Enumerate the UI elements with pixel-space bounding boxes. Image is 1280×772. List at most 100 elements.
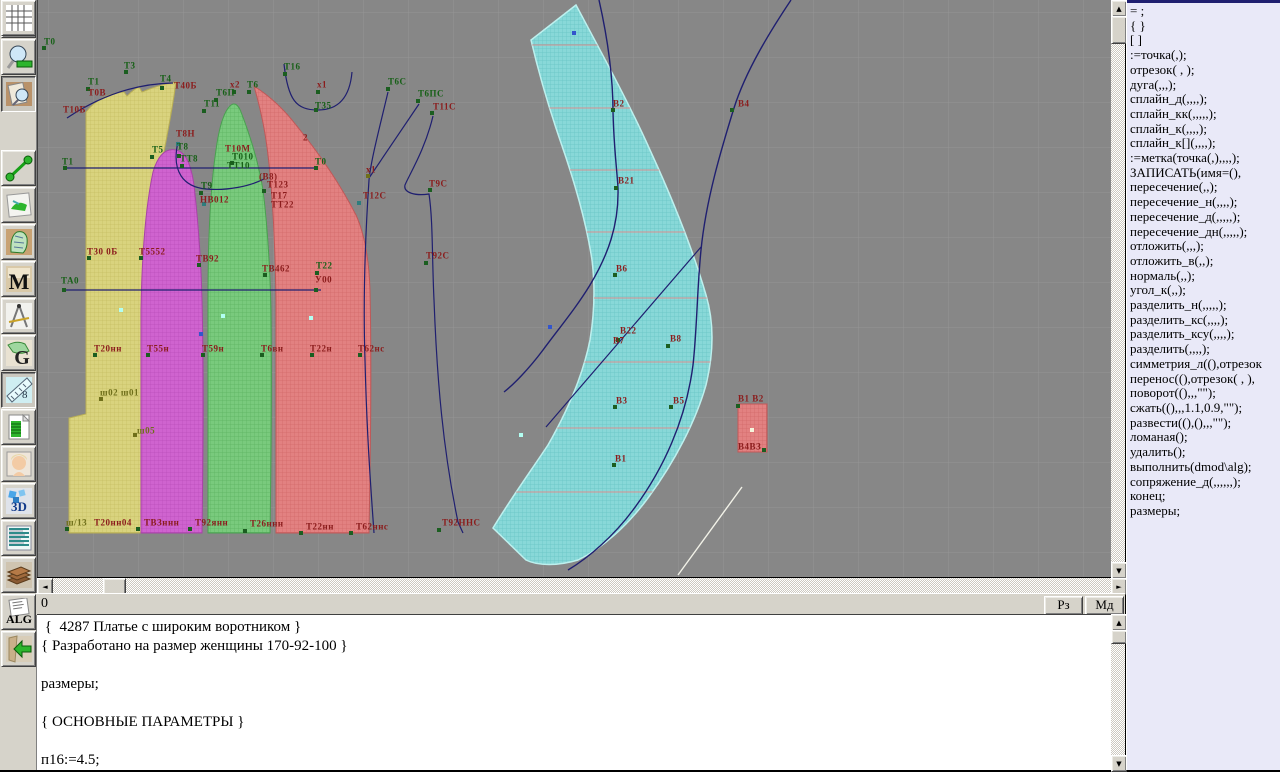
point-marker — [358, 353, 362, 357]
library-tool[interactable] — [1, 557, 36, 593]
exit-tool[interactable] — [1, 631, 36, 667]
command-item[interactable]: дуга(,,,); — [1130, 78, 1280, 93]
canvas-label: ТВ462 — [262, 265, 290, 274]
alg-editor-tool[interactable]: ALG — [1, 594, 36, 630]
command-item[interactable]: сжать((),,,1.1,0.9,""); — [1130, 401, 1280, 416]
g-letter-icon: G — [5, 339, 33, 367]
zoom-frame-tool[interactable] — [1, 39, 36, 75]
left-toolbar: M G 8 3D ALG — [0, 0, 37, 770]
command-item[interactable]: ЗАПИСАТЬ(имя=(), — [1130, 166, 1280, 181]
md-button[interactable]: Мд — [1085, 596, 1124, 615]
algorithm-editor[interactable]: { 4287 Платье с широким воротником }{ Ра… — [37, 614, 1111, 770]
segment-tool[interactable] — [1, 150, 36, 186]
command-item[interactable]: разделить_н(,,,,,); — [1130, 298, 1280, 313]
command-item[interactable]: [ ] — [1130, 33, 1280, 48]
command-item[interactable]: сопряжение_д(,,,,,,); — [1130, 475, 1280, 490]
point-marker — [430, 111, 434, 115]
m-tool[interactable]: M — [1, 261, 36, 297]
canvas-label: Т9С — [429, 180, 448, 189]
command-item[interactable]: { } — [1130, 19, 1280, 34]
point-marker — [548, 325, 552, 329]
command-item[interactable]: перенос((),отрезок( , ), — [1130, 372, 1280, 387]
canvas-label: Т92ННС — [442, 519, 481, 528]
command-item[interactable]: конец; — [1130, 489, 1280, 504]
command-item[interactable]: сплайн_кк(,,,,,); — [1130, 107, 1280, 122]
command-item[interactable]: :=метка(точка(,),,,,); — [1130, 151, 1280, 166]
point-marker — [612, 463, 616, 467]
command-item[interactable]: отрезок( , ); — [1130, 63, 1280, 78]
canvas-label: Т22 — [316, 262, 333, 271]
portrait-tool[interactable] — [1, 446, 36, 482]
point-marker — [614, 186, 618, 190]
3d-tool[interactable]: 3D — [1, 483, 36, 519]
command-item[interactable]: размеры; — [1130, 504, 1280, 519]
canvas-label: В2 — [613, 100, 625, 109]
point-marker — [160, 86, 164, 90]
drafting-tool[interactable] — [1, 298, 36, 334]
editor-vscroll-thumb[interactable] — [1111, 630, 1127, 644]
drawing-canvas[interactable]: Т0Т3Т1Т0ВТ4Т40Бх2Т6Т16х1Т35Т6СТ6ПСТ11СТ1… — [37, 0, 1112, 577]
canvas-label: В22 — [620, 327, 637, 336]
canvas-label: ТТ10 — [227, 162, 250, 171]
ruler-tool[interactable]: 8 — [1, 372, 36, 408]
command-item[interactable]: симметрия_л((),отрезок — [1130, 357, 1280, 372]
canvas-hscrollbar[interactable]: ◄ ► — [37, 578, 1125, 593]
editor-scroll-down-button[interactable]: ▼ — [1111, 755, 1127, 772]
command-item[interactable]: выполнить(dmod\alg); — [1130, 460, 1280, 475]
command-item[interactable]: разделить(,,,,); — [1130, 342, 1280, 357]
command-item[interactable]: сплайн_к(,,,,); — [1130, 122, 1280, 137]
g-tool[interactable]: G — [1, 335, 36, 371]
portrait-icon — [5, 450, 33, 478]
command-item[interactable]: угол_к(,,); — [1130, 283, 1280, 298]
vscroll-thumb[interactable] — [1111, 16, 1127, 44]
command-item[interactable]: сплайн_д(,,,,); — [1130, 92, 1280, 107]
command-item[interactable]: разделить_кс(,,,,); — [1130, 313, 1280, 328]
canvas-label: ш02 ш01 — [100, 389, 139, 398]
spec-table-tool[interactable] — [1, 409, 36, 445]
pattern-piece-icon — [5, 228, 33, 256]
command-item[interactable]: ломаная(); — [1130, 430, 1280, 445]
command-item[interactable]: удалить(); — [1130, 445, 1280, 460]
canvas-label: Т3 — [124, 62, 136, 71]
grid-tool[interactable] — [1, 0, 36, 36]
command-item[interactable]: = ; — [1130, 4, 1280, 19]
scroll-down-button[interactable]: ▼ — [1111, 562, 1127, 579]
canvas-label: Т5552 — [139, 248, 166, 257]
canvas-label: Т59н — [202, 345, 224, 354]
command-item[interactable]: сплайн_к[](,,,,); — [1130, 136, 1280, 151]
point-marker — [428, 188, 432, 192]
pattern-piece-tool[interactable] — [1, 224, 36, 260]
command-item[interactable]: нормаль(,,); — [1130, 269, 1280, 284]
size-list-tool[interactable] — [1, 520, 36, 556]
image-tool[interactable] — [1, 187, 36, 223]
3d-icon: 3D — [5, 487, 33, 515]
command-item[interactable]: :=точка(,); — [1130, 48, 1280, 63]
point-marker — [136, 527, 140, 531]
point-marker — [730, 108, 734, 112]
command-item[interactable]: поворот((),,,""); — [1130, 386, 1280, 401]
editor-line — [41, 732, 1111, 751]
command-item[interactable]: пересечение_дн(,,,,,); — [1130, 225, 1280, 240]
canvas-label: В1 — [615, 455, 627, 464]
command-item[interactable]: разделить_ксу(,,,,); — [1130, 327, 1280, 342]
editor-vscrollbar[interactable]: ▲ ▼ — [1111, 614, 1125, 770]
command-item[interactable]: пересечение_д(,,,,,); — [1130, 210, 1280, 225]
canvas-label: х1 — [366, 166, 376, 175]
point-marker — [139, 256, 143, 260]
command-item[interactable]: пересечение_н(,,,,); — [1130, 195, 1280, 210]
canvas-label: ТТ22 — [271, 201, 294, 210]
svg-text:G: G — [14, 347, 30, 367]
command-item[interactable]: развести((),(),,,""); — [1130, 416, 1280, 431]
view-sketch-tool[interactable] — [1, 76, 36, 112]
scroll-up-button[interactable]: ▲ — [1111, 0, 1127, 17]
command-item[interactable]: отложить(,,,); — [1130, 239, 1280, 254]
rz-button[interactable]: Рз — [1044, 596, 1083, 615]
panel-top-edge — [1127, 0, 1280, 3]
canvas-vscrollbar[interactable]: ▲ ▼ — [1111, 0, 1125, 577]
canvas-label: НВ012 — [200, 196, 229, 205]
editor-scroll-up-button[interactable]: ▲ — [1111, 614, 1127, 631]
command-item[interactable]: пересечение(,,); — [1130, 180, 1280, 195]
canvas-label: Т92С — [426, 252, 450, 261]
editor-line — [41, 656, 1111, 675]
command-item[interactable]: отложить_в(,,); — [1130, 254, 1280, 269]
